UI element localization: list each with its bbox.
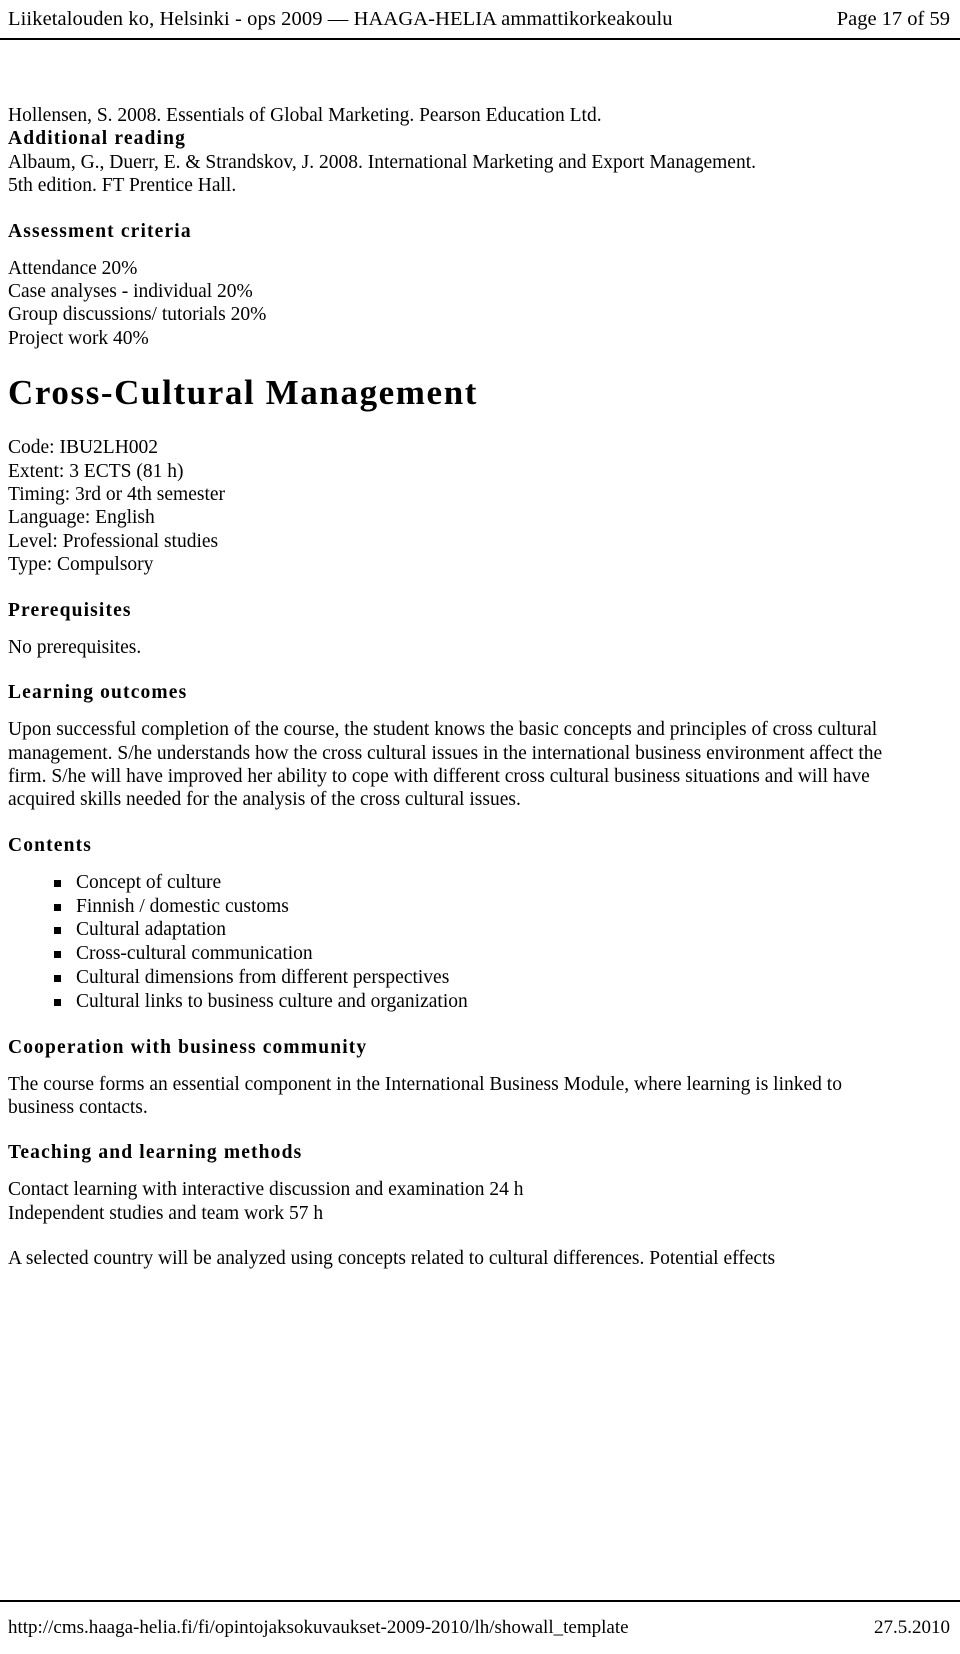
teaching-method-line: Independent studies and team work 57 h [8, 1202, 324, 1224]
additional-reference-line-2: 5th edition. FT Prentice Hall. [8, 175, 237, 197]
list-item-label: Concept of culture [76, 871, 222, 893]
assessment-criteria-list: Attendance 20% Case analyses - individua… [8, 257, 898, 351]
list-item-label: Cultural links to business culture and o… [76, 990, 468, 1012]
teaching-methods-lines: Contact learning with interactive discus… [8, 1178, 898, 1225]
course-title: Cross-Cultural Management [8, 373, 479, 413]
learning-outcomes-heading: Learning outcomes [8, 682, 188, 704]
page-number: Page 17 of 59 [836, 8, 950, 30]
course-type: Type: Compulsory [8, 554, 154, 576]
square-bullet-icon [54, 974, 61, 982]
contents-heading: Contents [8, 834, 92, 856]
learning-outcomes-text: Upon successful completion of the course… [8, 719, 883, 811]
list-item: Cross-cultural communication [54, 942, 898, 966]
course-code: Code: IBU2LH002 [8, 437, 159, 459]
assessment-item: Case analyses - individual 20% [8, 281, 253, 303]
footer-url: http://cms.haaga-helia.fi/fi/opintojakso… [8, 1617, 629, 1638]
square-bullet-icon [54, 903, 61, 911]
teaching-methods-heading: Teaching and learning methods [8, 1142, 303, 1164]
assessment-item: Group discussions/ tutorials 20% [8, 304, 267, 326]
list-item: Finnish / domestic customs [54, 895, 898, 919]
list-item-label: Cultural dimensions from different persp… [76, 966, 450, 988]
contents-list: Concept of culture Finnish / domestic cu… [8, 871, 898, 1014]
footer-divider [0, 1600, 960, 1602]
list-item: Concept of culture [54, 871, 898, 895]
literature-block: Hollensen, S. 2008. Essentials of Global… [8, 104, 898, 198]
list-item-label: Cross-cultural communication [76, 943, 313, 965]
square-bullet-icon [54, 998, 61, 1006]
additional-reading-heading: Additional reading [8, 128, 187, 150]
list-item: Cultural adaptation [54, 918, 898, 942]
list-item-label: Cultural adaptation [76, 919, 227, 941]
list-item: Cultural links to business culture and o… [54, 990, 898, 1014]
document-title: Liiketalouden ko, Helsinki - ops 2009 — … [8, 8, 673, 30]
list-item-label: Finnish / domestic customs [76, 895, 289, 917]
square-bullet-icon [54, 879, 61, 887]
course-metadata: Code: IBU2LH002 Extent: 3 ECTS (81 h) Ti… [8, 436, 898, 576]
page-content: Hollensen, S. 2008. Essentials of Global… [8, 104, 898, 1271]
document-page: Liiketalouden ko, Helsinki - ops 2009 — … [0, 0, 960, 1654]
additional-reference-line-1: Albaum, G., Duerr, E. & Strandskov, J. 2… [8, 151, 756, 173]
header-divider [0, 38, 960, 40]
prerequisites-heading: Prerequisites [8, 599, 132, 621]
assessment-criteria-heading: Assessment criteria [8, 220, 192, 242]
list-item: Cultural dimensions from different persp… [54, 966, 898, 990]
course-language: Language: English [8, 507, 155, 529]
course-level: Level: Professional studies [8, 530, 219, 552]
cooperation-text: The course forms an essential component … [8, 1073, 842, 1118]
course-timing: Timing: 3rd or 4th semester [8, 484, 226, 506]
prerequisites-text: No prerequisites. [8, 636, 142, 658]
page-footer: http://cms.haaga-helia.fi/fi/opintojakso… [8, 1616, 952, 1640]
square-bullet-icon [54, 951, 61, 959]
teaching-closing-text: A selected country will be analyzed usin… [8, 1248, 776, 1270]
assessment-item: Attendance 20% [8, 257, 138, 279]
course-extent: Extent: 3 ECTS (81 h) [8, 460, 184, 482]
footer-date: 27.5.2010 [874, 1617, 950, 1638]
teaching-method-line: Contact learning with interactive discus… [8, 1179, 524, 1201]
page-header: Liiketalouden ko, Helsinki - ops 2009 — … [8, 6, 952, 36]
main-reference: Hollensen, S. 2008. Essentials of Global… [8, 105, 602, 126]
assessment-item: Project work 40% [8, 327, 149, 349]
square-bullet-icon [54, 927, 61, 935]
cooperation-heading: Cooperation with business community [8, 1036, 368, 1058]
